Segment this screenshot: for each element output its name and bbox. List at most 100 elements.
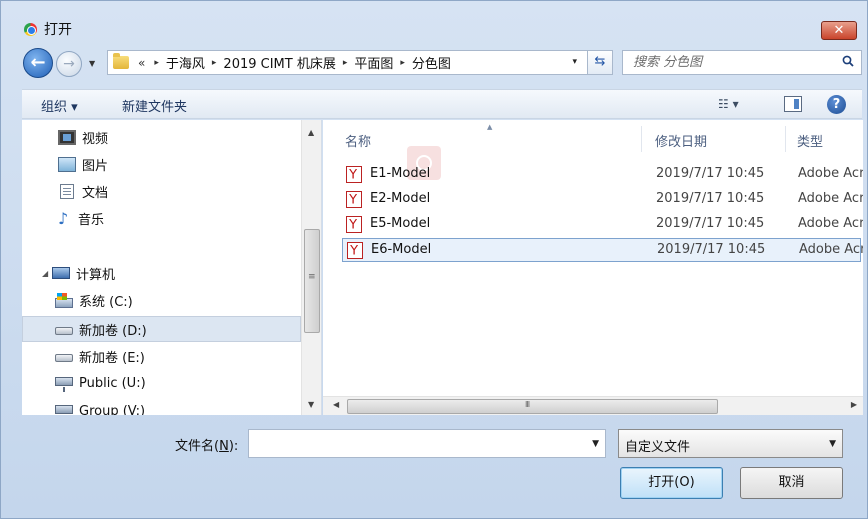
nav-pane-scrollbar[interactable]: ▲ ▼ <box>301 120 321 415</box>
collapse-icon[interactable]: ◢ <box>42 269 50 278</box>
breadcrumb-item[interactable]: 平面图 <box>354 53 393 72</box>
scroll-up-icon[interactable]: ▲ <box>308 128 314 137</box>
back-button[interactable]: ← <box>23 48 53 78</box>
breadcrumb-item[interactable]: 2019 CIMT 机床展 <box>223 53 335 72</box>
nav-item-drive-e[interactable]: 新加卷 (E:) <box>22 343 301 369</box>
file-type: Adobe Acrobat <box>798 191 863 206</box>
column-divider[interactable] <box>641 126 642 152</box>
pdf-file-icon <box>346 191 362 208</box>
pdf-file-icon <box>346 166 362 183</box>
file-row[interactable]: E1-Model 2019/7/17 10:45 Adobe Acrobat <box>342 163 863 187</box>
nav-item-public-u[interactable]: Public (U:) <box>22 370 301 396</box>
nav-item-label: 图片 <box>82 158 109 174</box>
pdf-file-icon <box>347 242 363 259</box>
close-button[interactable]: ✕ <box>821 21 857 40</box>
file-list-hscrollbar[interactable]: ◀ ▶ <box>323 396 863 415</box>
column-header-name[interactable]: 名称 <box>345 131 371 150</box>
file-list: ▲ 名称 修改日期 类型 E1-Model 2019/7/17 10:45 Ad… <box>323 120 863 396</box>
filename-accesskey: N <box>219 439 229 454</box>
filename-combobox[interactable]: ▼ <box>248 429 606 458</box>
nav-item-group-v[interactable]: Group (V:) <box>22 398 301 415</box>
filename-label: 文件名(N): <box>175 435 238 454</box>
nav-item-label: 文档 <box>82 185 109 201</box>
nav-item-label: Group (V:) <box>79 403 146 416</box>
sort-arrow-icon: ▲ <box>487 123 493 131</box>
view-options-button[interactable]: ☷ ▾ <box>718 97 739 111</box>
nav-item-documents[interactable]: 文档 <box>22 178 301 204</box>
search-box[interactable] <box>622 50 862 75</box>
nav-item-drive-c[interactable]: 系统 (C:) <box>22 287 301 313</box>
breadcrumb-separator-icon[interactable]: ▸ <box>212 58 217 68</box>
music-icon: ♪ <box>58 208 69 228</box>
breadcrumb-item[interactable]: 于海风 <box>166 53 205 72</box>
filetype-select[interactable]: 自定义文件 ▼ <box>618 429 843 458</box>
breadcrumb-separator-icon[interactable]: ▸ <box>400 58 405 68</box>
scroll-right-icon[interactable]: ▶ <box>851 400 857 409</box>
pdf-file-icon <box>346 216 362 233</box>
file-name: E2-Model <box>370 191 431 206</box>
file-name: E6-Model <box>371 242 432 257</box>
chrome-app-icon <box>24 23 37 36</box>
file-date: 2019/7/17 10:45 <box>656 191 765 206</box>
address-bar[interactable]: « ▸ 于海风 ▸ 2019 CIMT 机床展 ▸ 平面图 ▸ 分色图 ▾ <box>107 50 612 75</box>
filename-field[interactable] <box>249 430 579 457</box>
nav-scroll-thumb[interactable] <box>304 229 320 333</box>
preview-pane-icon[interactable] <box>784 96 802 112</box>
nav-item-pictures[interactable]: 图片 <box>22 151 301 177</box>
breadcrumb-separator-icon[interactable]: ▸ <box>343 58 348 68</box>
filename-dropdown-icon[interactable]: ▼ <box>592 439 599 449</box>
open-file-dialog: 打开 ✕ ← → ▼ « ▸ 于海风 ▸ 2019 CIMT 机床展 ▸ 平面图… <box>0 0 868 519</box>
nav-item-label: 音乐 <box>78 212 105 228</box>
videos-icon <box>58 129 76 145</box>
nav-item-music[interactable]: ♪ 音乐 <box>22 205 301 231</box>
window-title: 打开 <box>44 22 72 38</box>
help-button[interactable]: ? <box>827 95 846 114</box>
history-dropdown-icon[interactable]: ▼ <box>89 59 95 68</box>
forward-button[interactable]: → <box>56 51 82 77</box>
filename-label-end: ): <box>228 439 239 454</box>
file-type: Adobe Acrobat <box>798 216 863 231</box>
nav-item-label: 系统 (C:) <box>79 294 133 310</box>
drive-icon <box>55 354 73 362</box>
file-date: 2019/7/17 10:45 <box>657 242 766 257</box>
organize-button[interactable]: 组织 ▾ <box>41 96 78 115</box>
address-dropdown-icon[interactable]: ▾ <box>572 57 577 67</box>
nav-item-videos[interactable]: 视频 <box>22 124 301 150</box>
hscroll-thumb[interactable] <box>347 399 718 414</box>
system-drive-icon <box>55 292 73 308</box>
nav-item-label: 视频 <box>82 131 109 147</box>
folder-icon <box>113 53 129 69</box>
file-date: 2019/7/17 10:45 <box>656 166 765 181</box>
computer-icon <box>52 267 70 279</box>
column-header-date[interactable]: 修改日期 <box>655 131 707 150</box>
scroll-left-icon[interactable]: ◀ <box>333 400 339 409</box>
documents-icon <box>60 183 74 199</box>
open-button[interactable]: 打开(O) <box>620 467 723 499</box>
file-row[interactable]: E5-Model 2019/7/17 10:45 Adobe Acrobat <box>342 213 863 237</box>
scroll-down-icon[interactable]: ▼ <box>308 400 314 409</box>
chevron-down-icon[interactable]: ▼ <box>829 439 836 449</box>
breadcrumb-separator-icon[interactable]: ▸ <box>154 58 159 68</box>
nav-item-computer[interactable]: ◢ 计算机 <box>22 260 301 286</box>
new-folder-button[interactable]: 新建文件夹 <box>122 96 187 115</box>
file-row-selected[interactable]: E6-Model 2019/7/17 10:45 Adobe Acrobat <box>342 238 863 262</box>
file-date: 2019/7/17 10:45 <box>656 216 765 231</box>
file-row[interactable]: E2-Model 2019/7/17 10:45 Adobe Acrobat <box>342 188 863 212</box>
title-bar: 打开 ✕ <box>1 1 867 41</box>
refresh-button[interactable]: ⇆ <box>587 50 613 75</box>
column-header-type[interactable]: 类型 <box>797 131 823 150</box>
search-input[interactable] <box>623 51 823 74</box>
column-divider[interactable] <box>785 126 786 152</box>
cancel-button[interactable]: 取消 <box>740 467 843 499</box>
network-drive-icon <box>55 404 73 415</box>
breadcrumb-item[interactable]: 分色图 <box>412 53 451 72</box>
pictures-icon <box>58 156 76 172</box>
file-name: E5-Model <box>370 216 431 231</box>
toolbar: 组织 ▾ 新建文件夹 ☷ ▾ ? <box>22 89 862 119</box>
navigation-pane: 视频 图片 文档 ♪ 音乐 ◢ 计算机 系统 (C:) 新加卷 (D:) 新加卷… <box>22 120 322 415</box>
filename-label-text: 文件名( <box>175 439 220 454</box>
nav-item-drive-d[interactable]: 新加卷 (D:) <box>22 316 301 342</box>
filetype-value: 自定义文件 <box>625 440 691 455</box>
breadcrumb-overflow[interactable]: « <box>138 56 145 70</box>
search-icon[interactable] <box>842 55 854 67</box>
